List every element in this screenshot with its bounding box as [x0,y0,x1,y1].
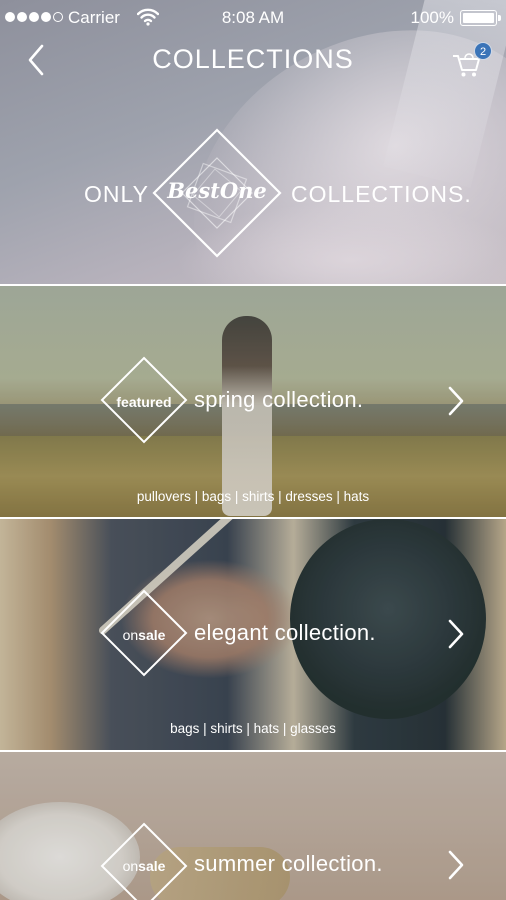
page-title: COLLECTIONS [152,44,354,74]
collection-badge-label: onsale [100,627,188,643]
card-overlay [0,752,506,900]
badge-text: sale [138,627,166,643]
collection-card-spring[interactable]: featured spring collection. pullovers | … [0,286,506,517]
collection-badge-label: onsale [100,858,188,874]
brand-logo-text: BestOne [167,178,267,203]
badge-text: sale [138,858,166,874]
battery-percentage: 100% [410,8,454,27]
badge-prefix: on [122,627,139,643]
cart-count-badge: 2 [474,42,492,60]
collection-card-summer[interactable]: onsale summer collection. [0,752,506,900]
collection-tags: pullovers | bags | shirts | dresses | ha… [136,489,370,504]
collection-title: elegant collection. [194,620,376,645]
collection-card-elegant[interactable]: onsale elegant collection. bags | shirts… [0,519,506,750]
collection-badge-label: featured [100,394,188,410]
badge-prefix: on [122,858,139,874]
collection-title: summer collection. [194,851,383,876]
tagline-prefix: ONLY [84,181,149,207]
status-bar: Carrier 8:08 AM 100% [0,0,506,36]
tagline-suffix: COLLECTIONS. [291,181,472,207]
chevron-right-icon[interactable] [444,384,468,418]
chevron-right-icon[interactable] [444,617,468,651]
hero-banner: Carrier 8:08 AM 100% COLLECTIONS 2 ONLY [0,0,506,284]
collection-tags: bags | shirts | hats | glasses [170,721,336,736]
cart-button[interactable]: 2 [452,42,496,78]
collection-title: spring collection. [194,387,364,412]
chevron-right-icon[interactable] [444,848,468,882]
badge-text: featured [116,394,172,410]
battery-icon [460,10,501,26]
